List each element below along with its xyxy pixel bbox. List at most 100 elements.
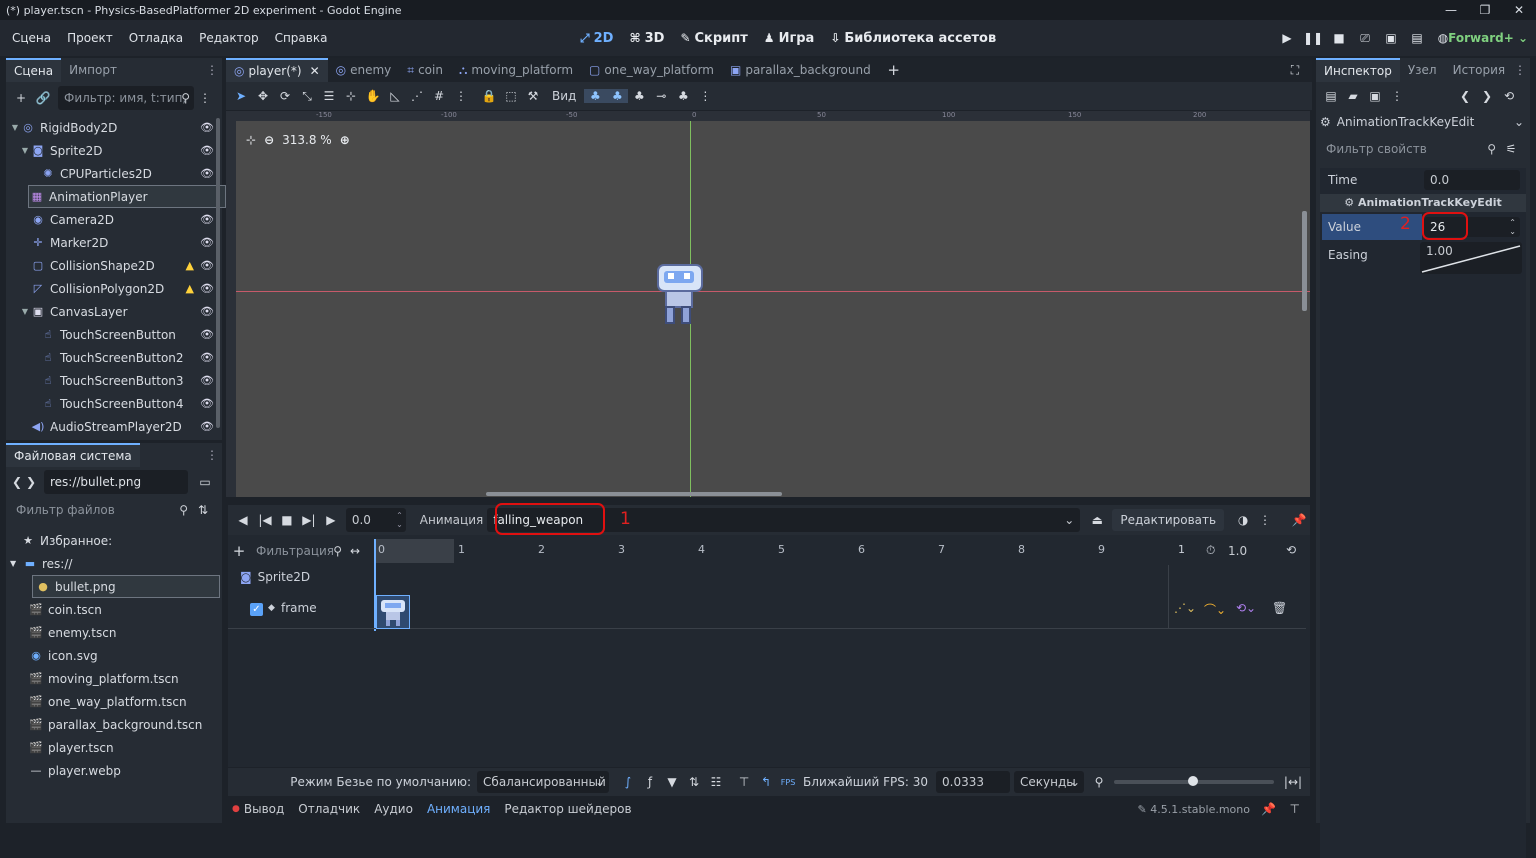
anim-menu-icon[interactable]: ⋮ bbox=[694, 89, 716, 103]
pin-icon[interactable]: 📌 bbox=[1288, 513, 1310, 527]
scene-node-sprite2d[interactable]: ▼ ◙ Sprite2D 👁 bbox=[10, 139, 222, 162]
play-custom-icon[interactable]: ▤ bbox=[1404, 31, 1430, 45]
new-tab-icon[interactable]: + bbox=[883, 61, 905, 79]
visibility-icon[interactable]: 👁 bbox=[200, 282, 214, 295]
scene-tab-moving-platform[interactable]: ⛬ moving_platform bbox=[451, 58, 581, 82]
scene-node-touchscreenbutton[interactable]: ☝ TouchScreenButton 👁 bbox=[10, 323, 222, 346]
tab-import[interactable]: Импорт bbox=[61, 58, 125, 82]
scene-node-touchscreenbutton4[interactable]: ☝ TouchScreenButton4 👁 bbox=[10, 392, 222, 415]
timeline-ruler[interactable]: 0 1 2 3 4 5 6 7 8 9 bbox=[374, 539, 1162, 563]
scene-node-camera2d[interactable]: ◉ Camera2D 👁 bbox=[10, 208, 222, 231]
visibility-icon[interactable]: 👁 bbox=[200, 351, 214, 364]
link-icon[interactable]: 🔗 bbox=[32, 91, 54, 105]
property-options-icon[interactable]: ⚟ bbox=[1500, 142, 1522, 156]
file-item-coin-tscn[interactable]: 🎬 coin.tscn bbox=[10, 598, 218, 621]
tab-node[interactable]: Узел bbox=[1400, 58, 1445, 82]
group-icon[interactable]: ⬚ bbox=[500, 89, 522, 103]
play-anim-icon[interactable]: ▶ bbox=[320, 513, 342, 527]
anim-length-input[interactable]: 1.0 bbox=[1222, 540, 1272, 562]
tab-audio[interactable]: Аудио bbox=[374, 802, 413, 816]
play-backwards-start-icon[interactable]: |◀ bbox=[254, 513, 276, 527]
anim-time-input[interactable]: 0.0 ⌃ ⌄ bbox=[345, 508, 406, 532]
center-view-icon[interactable]: ⊹ bbox=[246, 133, 256, 147]
renderer-select[interactable]: Forward+ ⌄ bbox=[1448, 20, 1528, 56]
autoplay-icon[interactable]: ⏏ bbox=[1086, 513, 1108, 527]
file-item-player-tscn[interactable]: 🎬 player.tscn bbox=[10, 736, 218, 759]
unit-select[interactable]: Секунды ⌄ bbox=[1014, 771, 1084, 793]
scene-node-marker2d[interactable]: ✛ Marker2D 👁 bbox=[10, 231, 222, 254]
file-item-moving-platform-tscn[interactable]: 🎬 moving_platform.tscn bbox=[10, 667, 218, 690]
pan-tool-icon[interactable]: ✋ bbox=[362, 89, 384, 103]
scene-tab-one-way-platform[interactable]: ▢ one_way_platform bbox=[581, 58, 722, 82]
remote-debug-icon[interactable]: ⎚ bbox=[1352, 31, 1378, 46]
menu-item[interactable]: Отладка bbox=[121, 31, 191, 45]
scale-tool-icon[interactable]: ⤡ bbox=[296, 89, 318, 104]
minimize-icon[interactable]: — bbox=[1434, 0, 1468, 20]
close-tab-icon[interactable]: ✕ bbox=[310, 61, 320, 81]
file-item-bullet-png[interactable]: ● bullet.png bbox=[32, 575, 220, 598]
fps-icon[interactable]: FPS bbox=[777, 778, 799, 787]
warning-icon[interactable]: ▲ bbox=[186, 282, 194, 295]
menu-item[interactable]: Сцена bbox=[4, 31, 59, 45]
slider-handle[interactable] bbox=[1188, 776, 1198, 786]
pivot-icon[interactable]: ⊹ bbox=[340, 89, 362, 103]
timeline-zoom-slider[interactable] bbox=[1114, 776, 1274, 786]
key-position-icon[interactable]: ♣ bbox=[584, 89, 607, 103]
visibility-icon[interactable]: 👁 bbox=[200, 374, 214, 387]
expand-arrow-icon[interactable]: ▼ bbox=[10, 559, 22, 568]
list-select-icon[interactable]: ☰ bbox=[318, 89, 340, 103]
workspace-button[interactable]: ♟ Игра bbox=[758, 31, 821, 46]
snap-fps-icon[interactable]: ↰ bbox=[755, 775, 777, 789]
scene-tab-enemy[interactable]: ◎ enemy bbox=[328, 58, 400, 82]
expand-panel-icon[interactable]: ⊤ bbox=[1290, 802, 1300, 816]
object-history-icon[interactable]: ⟲ bbox=[1498, 89, 1520, 103]
visibility-icon[interactable]: 👁 bbox=[200, 328, 214, 341]
move-tool-icon[interactable]: ✥ bbox=[252, 89, 274, 103]
tab-inspector[interactable]: Инспектор bbox=[1316, 58, 1400, 82]
scene-tab-parallax-background[interactable]: ▣ parallax_background bbox=[722, 58, 879, 82]
canvas-viewport[interactable]: -150 -100 -50 0 50 100 150 200 ⊹ ⊖ 313.8… bbox=[226, 111, 1310, 497]
tab-shader-editor[interactable]: Редактор шейдеров bbox=[504, 802, 631, 816]
file-item-icon-svg[interactable]: ◉ icon.svg bbox=[10, 644, 218, 667]
scene-node-rigidbody2d[interactable]: ▼ ◎ RigidBody2D 👁 bbox=[10, 116, 222, 139]
ruler-tool-icon[interactable]: ◺ bbox=[384, 89, 406, 103]
play-start-icon[interactable]: ▶| bbox=[298, 513, 320, 527]
new-resource-icon[interactable]: ▤ bbox=[1320, 89, 1342, 103]
resource-menu-icon[interactable]: ⋮ bbox=[1386, 89, 1408, 103]
scene-node-canvaslayer[interactable]: ▼ ▣ CanvasLayer 👁 bbox=[10, 300, 222, 323]
back-icon[interactable]: ❮ bbox=[10, 475, 24, 489]
history-forward-icon[interactable]: ❯ bbox=[1476, 89, 1498, 103]
visibility-icon[interactable]: 👁 bbox=[200, 420, 214, 433]
scene-node-cpuparticles2d[interactable]: ✺ CPUParticles2D 👁 bbox=[10, 162, 222, 185]
play-scene-icon[interactable]: ▣ bbox=[1378, 31, 1404, 45]
loop-wrap-icon[interactable]: ⟲⌄ bbox=[1236, 601, 1256, 615]
lock-icon[interactable]: 🔒 bbox=[478, 89, 500, 103]
smart-snap-icon[interactable]: ⋰ bbox=[406, 89, 428, 103]
object-selector[interactable]: ⚙ AnimationTrackKeyEdit ⌄ bbox=[1316, 110, 1530, 134]
scene-menu-icon[interactable]: ⋮ bbox=[194, 91, 216, 105]
track-enable-checkbox[interactable]: ✓ bbox=[250, 603, 263, 616]
visibility-icon[interactable]: 👁 bbox=[200, 121, 214, 134]
key-scale-icon[interactable]: ♣ bbox=[628, 89, 650, 103]
keyframe-insert-icon[interactable]: ⊸ bbox=[650, 89, 672, 103]
bone-icon[interactable]: ⚒ bbox=[522, 89, 544, 103]
filter-icon[interactable]: ▼ bbox=[661, 775, 683, 789]
property-filter-input[interactable]: Фильтр свойств ⚲ bbox=[1320, 138, 1500, 160]
menu-item[interactable]: Проект bbox=[59, 31, 121, 45]
scene-tab-coin[interactable]: ⌗ coin bbox=[399, 58, 451, 82]
scene-node-touchscreenbutton2[interactable]: ☝ TouchScreenButton2 👁 bbox=[10, 346, 222, 369]
list-icon[interactable]: ☷ bbox=[705, 775, 727, 789]
keyframe[interactable] bbox=[376, 595, 410, 629]
stop-anim-icon[interactable]: ■ bbox=[276, 513, 298, 527]
auto-key-icon[interactable]: ♣ bbox=[672, 89, 694, 103]
expand-arrow-icon[interactable]: ▼ bbox=[10, 123, 20, 132]
grid-snap-icon[interactable]: # bbox=[428, 89, 450, 103]
menu-item[interactable]: Редактор bbox=[191, 31, 266, 45]
visibility-icon[interactable]: 👁 bbox=[200, 144, 214, 157]
warning-icon[interactable]: ▲ bbox=[186, 259, 194, 272]
prop-time-input[interactable]: 0.0 bbox=[1424, 170, 1520, 190]
zoom-out-icon[interactable]: ⊖ bbox=[264, 133, 274, 147]
edit-animation-button[interactable]: Редактировать bbox=[1112, 509, 1225, 531]
onion-skin-icon[interactable]: ◑ bbox=[1232, 513, 1254, 527]
anim-options-icon[interactable]: ⋮ bbox=[1254, 513, 1276, 527]
